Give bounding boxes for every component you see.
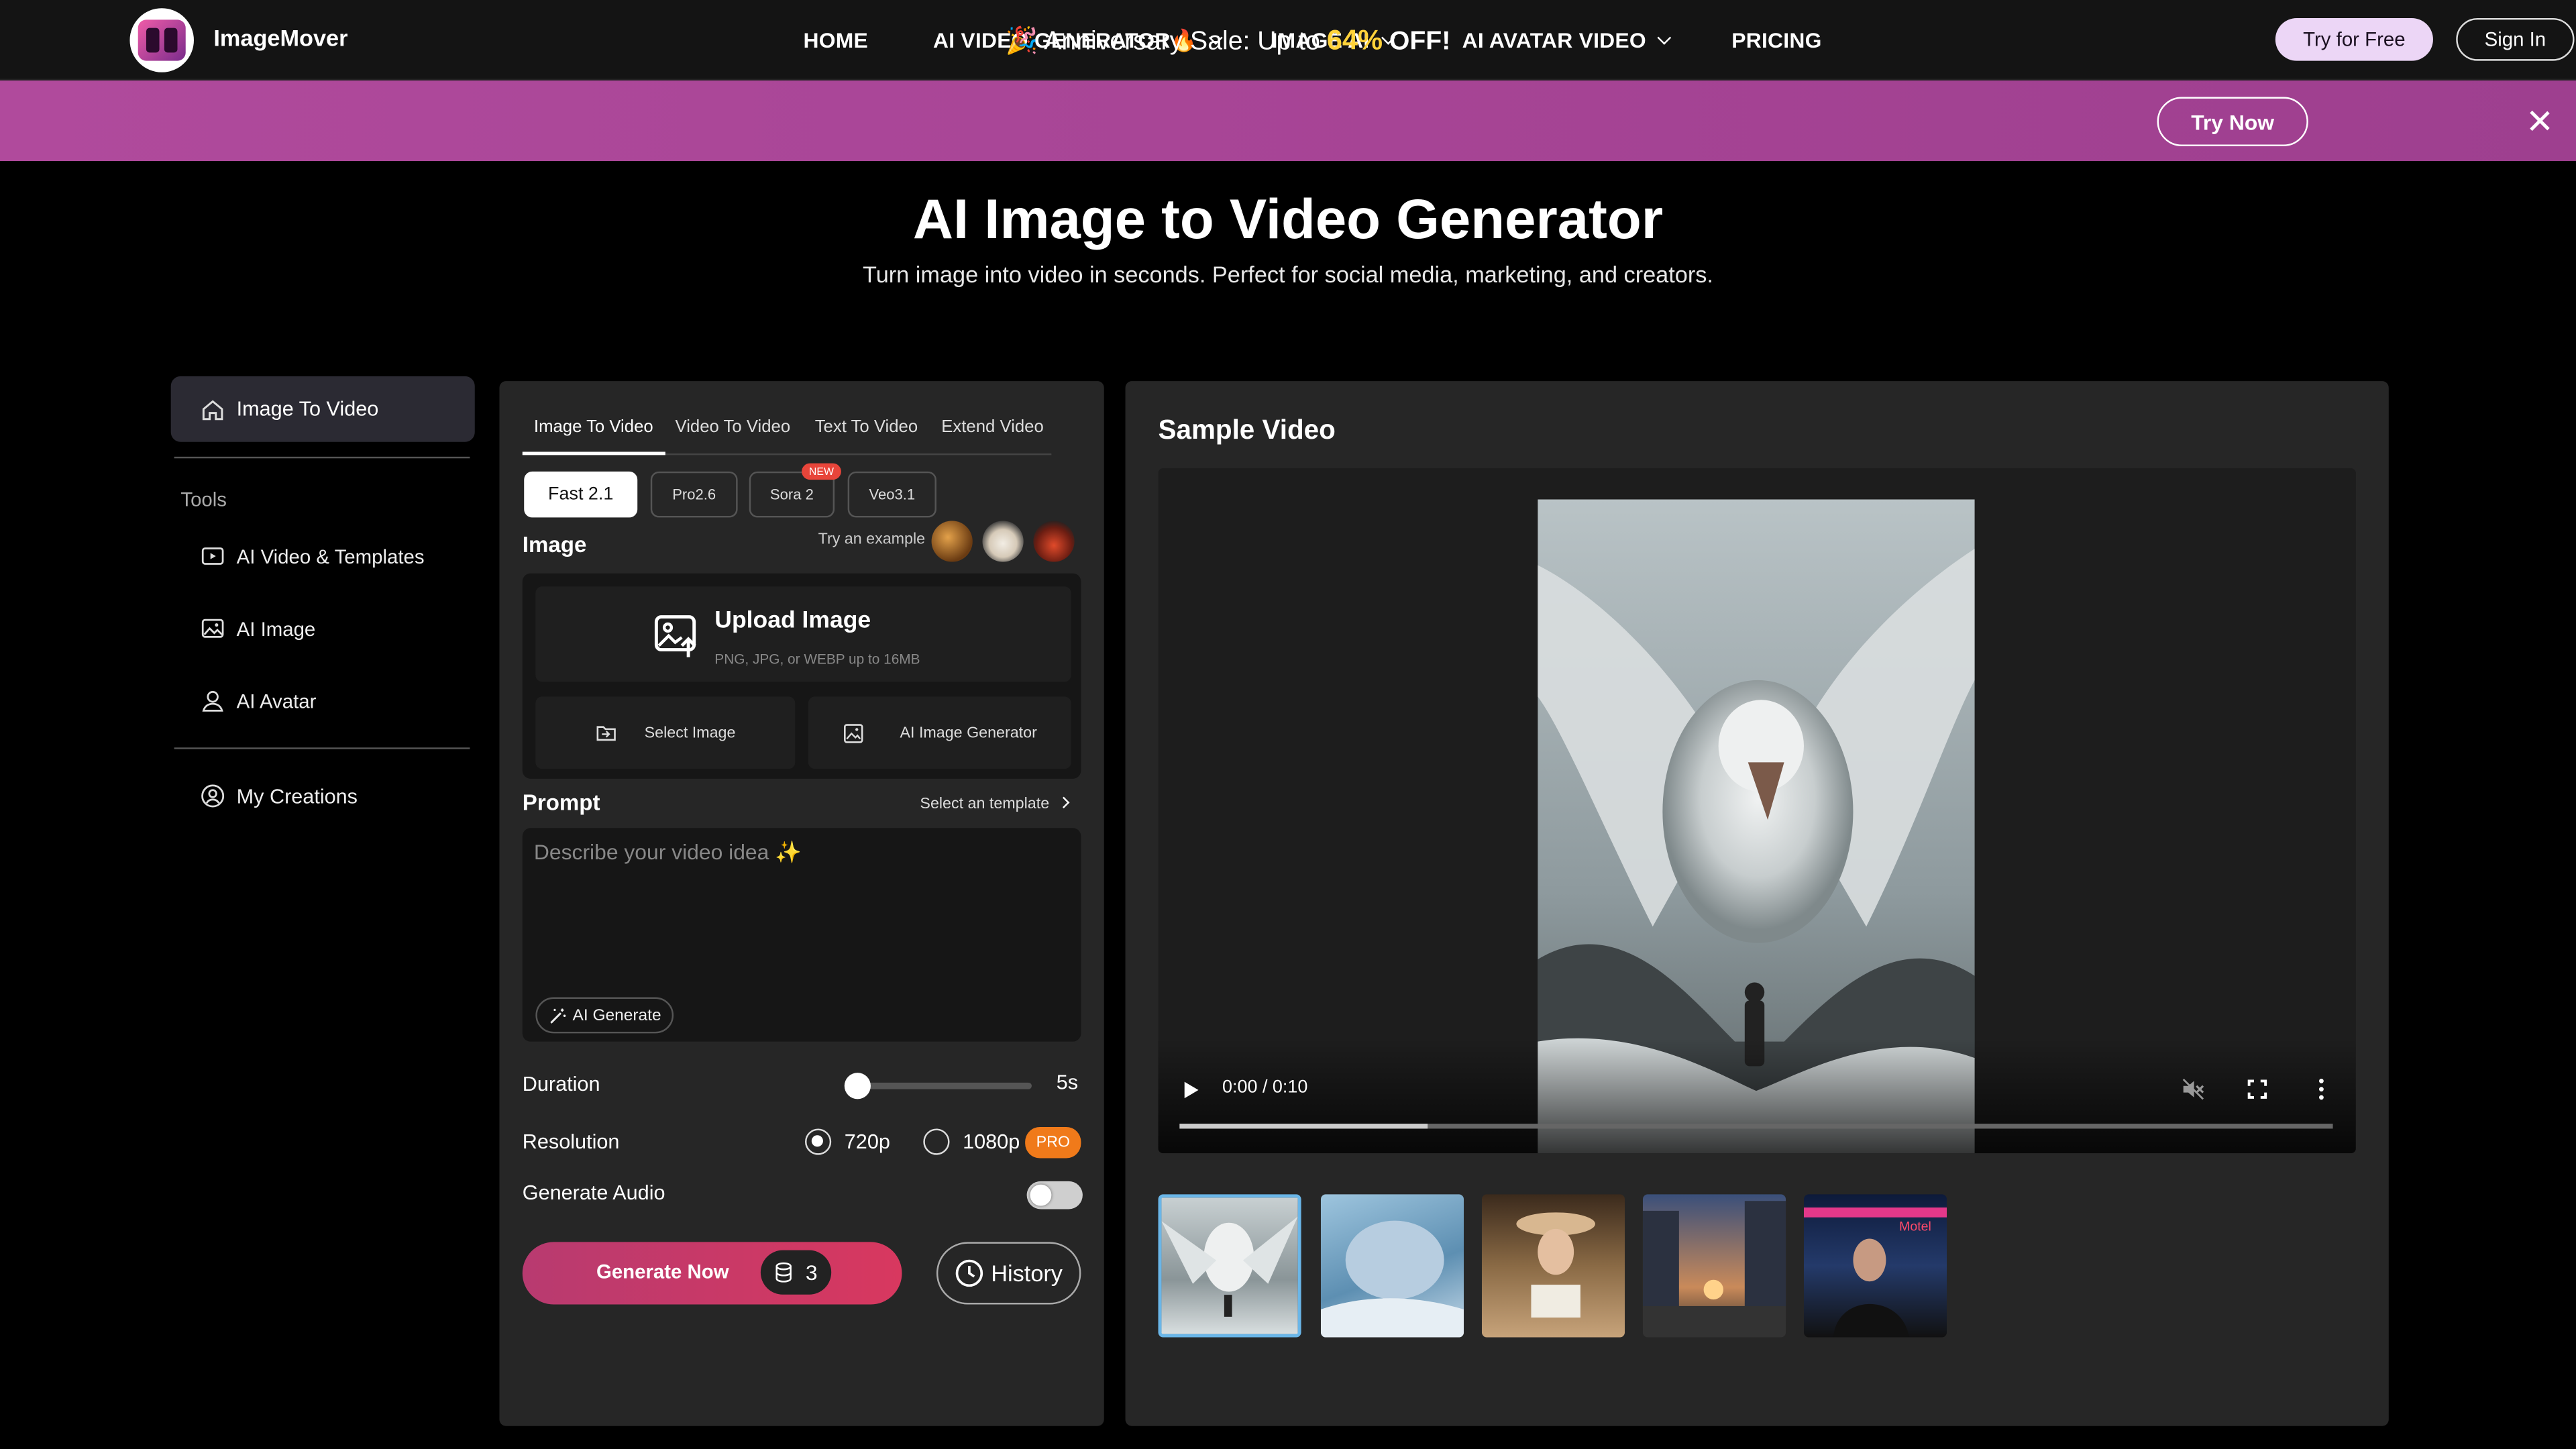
pro-badge: PRO bbox=[1025, 1127, 1081, 1159]
history-button[interactable]: History bbox=[936, 1242, 1081, 1305]
try-for-free-button[interactable]: Try for Free bbox=[2275, 17, 2433, 61]
video-time: 0:00 / 0:10 bbox=[1222, 1077, 1308, 1097]
ai-generate-button[interactable]: AI Generate bbox=[535, 997, 674, 1034]
tab-text-to-video[interactable]: Text To Video bbox=[815, 417, 918, 437]
sample-thumbnail[interactable] bbox=[1158, 1194, 1301, 1338]
thumbnail-image bbox=[1642, 1201, 1786, 1338]
prompt-placeholder: Describe your video idea ✨ bbox=[533, 839, 802, 865]
thumbnail-image: Motel bbox=[1803, 1208, 1947, 1338]
duration-label: Duration bbox=[522, 1073, 600, 1096]
sample-thumbnail[interactable]: Motel bbox=[1803, 1194, 1947, 1338]
example-thumbnail[interactable] bbox=[931, 521, 973, 562]
try-example-label: Try an example bbox=[818, 531, 926, 549]
sidebar-item-my-creations[interactable]: My Creations bbox=[201, 784, 358, 808]
video-controls-overlay bbox=[1158, 1038, 2356, 1154]
fullscreen-icon[interactable] bbox=[2247, 1079, 2267, 1099]
sample-thumbnail[interactable] bbox=[1320, 1194, 1464, 1338]
nav-pricing[interactable]: PRICING bbox=[1731, 28, 1821, 53]
divider bbox=[174, 747, 470, 749]
image-icon bbox=[843, 723, 863, 743]
page-subtitle: Turn image into video in seconds. Perfec… bbox=[863, 261, 1713, 288]
image-icon bbox=[201, 619, 224, 638]
sample-thumbnail[interactable] bbox=[1481, 1194, 1625, 1338]
more-options-icon[interactable] bbox=[2316, 1078, 2326, 1101]
sample-thumbnail[interactable] bbox=[1642, 1194, 1786, 1338]
active-tab-indicator bbox=[522, 451, 665, 455]
tools-label: Tools bbox=[180, 488, 227, 511]
sidebar-item-ai-image[interactable]: AI Image bbox=[201, 616, 315, 641]
sample-video-player[interactable] bbox=[1158, 468, 2356, 1154]
nav-ai-avatar-video[interactable]: AI AVATAR VIDEO bbox=[1462, 28, 1672, 52]
magic-wand-icon bbox=[549, 1008, 566, 1023]
chevron-down-icon bbox=[1657, 30, 1672, 45]
video-progress-fill bbox=[1179, 1124, 1428, 1129]
close-icon[interactable] bbox=[2527, 109, 2553, 135]
try-now-button[interactable]: Try Now bbox=[2157, 97, 2308, 146]
model-fast-2-1[interactable]: Fast 2.1 bbox=[524, 471, 638, 518]
generate-audio-toggle[interactable] bbox=[1026, 1181, 1083, 1210]
user-icon bbox=[202, 691, 223, 712]
tab-image-to-video[interactable]: Image To Video bbox=[534, 417, 653, 437]
image-heading: Image bbox=[522, 532, 587, 557]
duration-slider-handle[interactable] bbox=[844, 1073, 871, 1099]
prompt-heading: Prompt bbox=[522, 790, 600, 815]
brand-name[interactable]: ImageMover bbox=[213, 25, 347, 51]
image-upload-icon bbox=[654, 615, 696, 657]
generate-now-label: Generate Now bbox=[596, 1260, 729, 1283]
tab-extend-video[interactable]: Extend Video bbox=[941, 417, 1044, 437]
duration-value: 5s bbox=[1056, 1071, 1079, 1095]
select-image-button[interactable]: Select Image bbox=[535, 696, 796, 769]
ai-image-generator-button[interactable]: AI Image Generator bbox=[808, 696, 1071, 769]
resolution-label: Resolution bbox=[522, 1130, 620, 1154]
sidebar-item-ai-avatar[interactable]: AI Avatar bbox=[201, 688, 316, 713]
divider bbox=[174, 456, 470, 459]
new-badge: NEW bbox=[802, 463, 841, 480]
credits-badge: 3 bbox=[760, 1250, 832, 1295]
sidebar-item-ai-video-templates[interactable]: AI Video & Templates bbox=[201, 544, 425, 569]
svg-text:Motel: Motel bbox=[1899, 1219, 1931, 1234]
thumbnail-image bbox=[1161, 1216, 1298, 1317]
thumbnail-image bbox=[1516, 1212, 1595, 1318]
brand-logo-icon[interactable] bbox=[129, 8, 194, 72]
model-veo-3-1[interactable]: Veo3.1 bbox=[847, 471, 936, 518]
resolution-1080p-radio[interactable] bbox=[923, 1128, 950, 1155]
upload-image-hint: PNG, JPG, or WEBP up to 16MB bbox=[714, 650, 920, 667]
select-template-link[interactable]: Select an template bbox=[920, 795, 1071, 813]
home-icon bbox=[202, 399, 223, 420]
sign-in-button[interactable]: Sign In bbox=[2456, 17, 2575, 61]
example-thumbnail[interactable] bbox=[982, 521, 1024, 562]
resolution-720p-radio[interactable] bbox=[805, 1128, 832, 1155]
tab-video-to-video[interactable]: Video To Video bbox=[676, 417, 791, 437]
sidebar-item-image-to-video[interactable]: Image To Video bbox=[170, 376, 475, 442]
database-icon bbox=[776, 1262, 792, 1283]
promo-percent: 64% bbox=[1326, 24, 1383, 56]
resolution-1080p-label[interactable]: 1080p bbox=[963, 1130, 1020, 1153]
model-pro-2-6[interactable]: Pro2.6 bbox=[650, 471, 738, 518]
generate-audio-label: Generate Audio bbox=[522, 1181, 665, 1205]
user-circle-icon bbox=[201, 784, 225, 808]
resolution-720p-label[interactable]: 720p bbox=[845, 1130, 890, 1153]
thumbnail-image bbox=[1320, 1220, 1464, 1338]
promo-text: 🎉 Anniversary Sale: Up to 64% OFF! bbox=[1005, 24, 1451, 56]
clock-icon bbox=[956, 1259, 983, 1287]
nav-home[interactable]: HOME bbox=[804, 28, 869, 53]
play-icon[interactable] bbox=[1183, 1081, 1199, 1099]
example-thumbnail[interactable] bbox=[1033, 521, 1075, 562]
chevron-right-icon bbox=[1058, 796, 1071, 808]
folder-icon bbox=[597, 726, 616, 741]
upload-image-title: Upload Image bbox=[714, 608, 871, 635]
page-title: AI Image to Video Generator bbox=[912, 189, 1664, 252]
video-template-icon bbox=[201, 547, 224, 565]
duration-slider-track[interactable] bbox=[854, 1082, 1032, 1089]
sample-video-title: Sample Video bbox=[1158, 415, 1336, 445]
mute-icon[interactable] bbox=[2182, 1078, 2204, 1101]
